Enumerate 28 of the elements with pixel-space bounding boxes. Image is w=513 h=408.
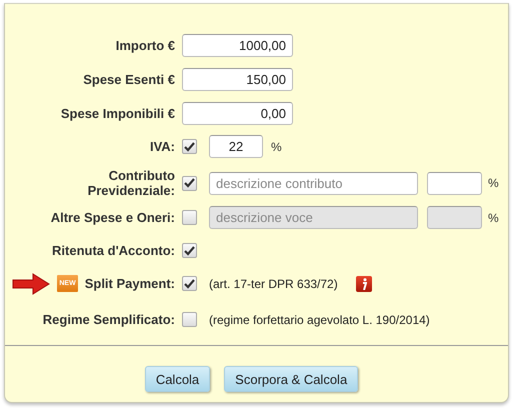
field-label: Importo € — [116, 38, 175, 53]
percent-sign: % — [488, 210, 499, 224]
checkbox[interactable] — [182, 243, 197, 258]
info-icon[interactable] — [356, 276, 372, 292]
calculate-button[interactable]: Calcola — [144, 366, 210, 392]
checkbox[interactable] — [182, 139, 197, 154]
checkbox[interactable] — [182, 276, 197, 291]
description-field[interactable]: descrizione contributo — [209, 172, 418, 194]
note-text: (art. 17-ter DPR 633/72) — [209, 276, 338, 290]
percent-field[interactable]: 22 — [209, 135, 263, 158]
field-label: Spese Esenti € — [83, 72, 175, 87]
amount-field[interactable]: 0,00 — [182, 102, 293, 125]
field-label: Spese Imponibili € — [60, 106, 175, 121]
field-label: Altre Spese e Oneri: — [50, 210, 175, 225]
percent-sign: % — [271, 140, 282, 154]
extract-calculate-button[interactable]: Scorpora & Calcola — [224, 366, 358, 392]
checkbox[interactable] — [182, 312, 197, 327]
amount-field[interactable]: 1000,00 — [182, 34, 293, 57]
percent-field[interactable] — [427, 172, 482, 194]
field-label: Ritenuta d'Acconto: — [52, 243, 175, 258]
field-label: Split Payment: — [84, 276, 175, 291]
percent-sign: % — [488, 176, 499, 190]
checkbox[interactable] — [182, 176, 197, 190]
field-label: Contributo Previdenziale: — [86, 168, 175, 198]
amount-field[interactable]: 150,00 — [182, 68, 293, 91]
note-text: (regime forfettario agevolato L. 190/2014) — [209, 312, 430, 326]
field-label: Regime Semplificato: — [42, 312, 175, 327]
field-label: IVA: — [150, 139, 175, 154]
